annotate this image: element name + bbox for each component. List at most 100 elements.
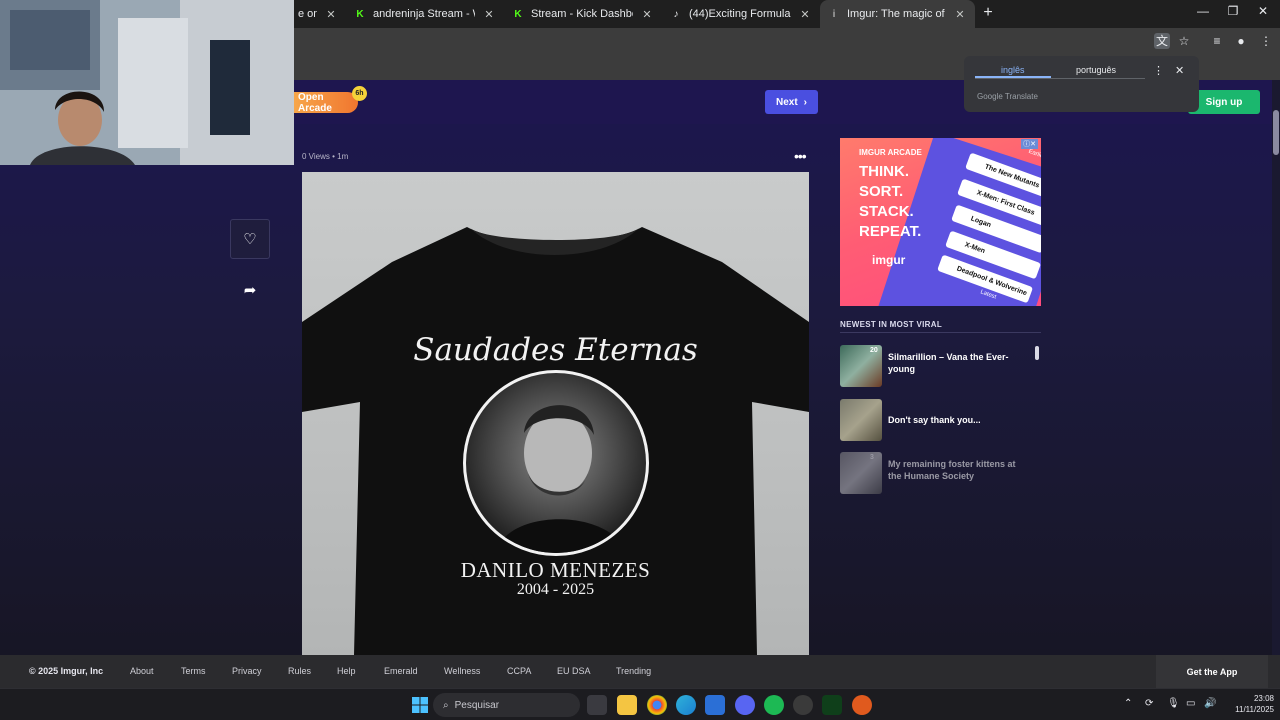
next-button[interactable]: Next › xyxy=(765,90,818,114)
discord-icon[interactable] xyxy=(735,695,755,715)
tray-chevron-icon[interactable]: ⌃ xyxy=(1124,698,1132,709)
more-options-icon[interactable]: ••• xyxy=(794,148,807,164)
ad-tagline: THINK. SORT. STACK. REPEAT. xyxy=(859,162,921,242)
footer-link-trending[interactable]: Trending xyxy=(616,666,651,676)
tab-title: andreninja Stream - Watch Live xyxy=(373,8,475,20)
heart-icon: ♡ xyxy=(243,231,257,248)
clock-date: 11/11/2025 xyxy=(1235,705,1274,714)
page-scrollbar[interactable] xyxy=(1272,80,1280,655)
tab-title: e on K xyxy=(298,8,317,20)
kick-app-icon[interactable] xyxy=(822,695,842,715)
ad-logo: imgur xyxy=(872,253,906,267)
task-view-icon[interactable] xyxy=(587,695,607,715)
minimize-icon[interactable]: — xyxy=(1194,4,1212,18)
obs-icon[interactable] xyxy=(793,695,813,715)
translate-icon[interactable]: 文 xyxy=(1154,33,1170,49)
ad-brand: IMGUR ARCADE xyxy=(859,148,922,157)
close-icon[interactable]: ✕ xyxy=(482,8,496,21)
close-icon[interactable]: ✕ xyxy=(640,8,654,21)
ad-tag-line: SORT. xyxy=(859,183,904,200)
window-close-icon[interactable]: ✕ xyxy=(1254,4,1272,18)
like-button[interactable]: ♡ xyxy=(230,219,270,259)
translate-tab-line xyxy=(975,78,1145,79)
restore-icon[interactable]: ❐ xyxy=(1224,4,1242,18)
tab-title: Imgur: The magic of the Interne xyxy=(847,8,946,20)
post-meta: 0 Views • 1m xyxy=(302,152,349,161)
translate-target-lang[interactable]: português xyxy=(1076,65,1116,75)
footer-link-help[interactable]: Help xyxy=(337,666,356,676)
translate-provider: Google Translate xyxy=(977,92,1038,101)
new-tab-icon[interactable]: + xyxy=(980,4,996,22)
viral-item[interactable]: 3 My remaining foster kittens at the Hum… xyxy=(840,452,1041,494)
system-clock[interactable]: 23:08 11/11/2025 xyxy=(1224,693,1274,715)
footer-link-eu-dsa[interactable]: EU DSA xyxy=(557,666,591,676)
reading-list-icon[interactable]: ≡ xyxy=(1209,33,1225,49)
shirt-name-text: DANILO MENEZES xyxy=(460,558,651,582)
tab-title: (44)Exciting Formula 1 Highligh xyxy=(689,8,791,20)
viral-item[interactable]: Don't say thank you... xyxy=(840,399,1041,441)
tab-0[interactable]: e on K ✕ xyxy=(290,0,346,28)
kick-icon: K xyxy=(356,8,364,20)
footer-link-emerald[interactable]: Emerald xyxy=(384,666,418,676)
outlook-icon[interactable] xyxy=(705,695,725,715)
spotify-icon[interactable] xyxy=(764,695,784,715)
sidebar-scroll-indicator[interactable] xyxy=(1035,346,1039,360)
post-image[interactable]: Saudades Eternas DANILO MENEZES 2004 - 2… xyxy=(302,172,809,655)
taskbar-search[interactable]: ⌕ Pesquisar xyxy=(433,693,580,717)
bookmark-star-icon[interactable]: ☆ xyxy=(1176,33,1192,49)
open-arcade-button[interactable]: Open Arcade xyxy=(294,92,358,114)
windows-start-icon[interactable] xyxy=(410,695,430,715)
share-icon[interactable]: ➦ xyxy=(240,281,260,301)
viral-thumbnail xyxy=(840,399,882,441)
next-label: Next xyxy=(775,96,798,108)
translate-menu-icon[interactable]: ⋮ xyxy=(1153,64,1164,77)
shirt-years-text: 2004 - 2025 xyxy=(516,581,595,598)
chrome-icon[interactable] xyxy=(647,695,667,715)
close-icon[interactable]: ✕ xyxy=(953,8,967,21)
adchoices-icon[interactable]: ⓘ✕ xyxy=(1021,139,1038,149)
footer-link-rules[interactable]: Rules xyxy=(288,666,311,676)
kick-icon: K xyxy=(514,8,522,20)
taskbar-search-placeholder: Pesquisar xyxy=(454,699,500,711)
microphone-icon[interactable]: 🎙 xyxy=(1167,698,1180,709)
tab-3[interactable]: ♪ (44)Exciting Formula 1 Highligh ✕ xyxy=(662,0,820,28)
close-icon[interactable]: ✕ xyxy=(324,8,338,21)
most-viral-heading: NEWEST IN MOST VIRAL xyxy=(840,320,942,329)
footer-link-terms[interactable]: Terms xyxy=(181,666,206,676)
translate-close-icon[interactable]: ✕ xyxy=(1175,64,1184,77)
close-icon[interactable]: ✕ xyxy=(798,8,812,21)
page-scrollbar-thumb[interactable] xyxy=(1273,110,1279,155)
ad-tag-line: STACK. xyxy=(859,203,914,220)
viral-title: Don't say thank you... xyxy=(888,415,981,425)
menu-icon[interactable]: ⋮ xyxy=(1258,33,1274,49)
footer-link-privacy[interactable]: Privacy xyxy=(232,666,262,676)
sync-icon[interactable]: ⟳ xyxy=(1145,698,1153,709)
profile-icon[interactable]: ● xyxy=(1233,33,1249,49)
tab-2[interactable]: K Stream - Kick Dashboard ✕ xyxy=(504,0,662,28)
display-icon[interactable]: ▭ xyxy=(1186,698,1195,709)
viral-item[interactable]: 20 Silmarillion – Vana the Ever-young xyxy=(840,345,1041,387)
ad-top-label: Earliest xyxy=(1027,148,1041,162)
page-footer: © 2025 Imgur, Inc About Terms Privacy Ru… xyxy=(0,655,1280,688)
clock-time: 23:08 xyxy=(1253,694,1274,703)
tab-4-active[interactable]: i Imgur: The magic of the Interne ✕ xyxy=(820,0,975,28)
translate-source-lang[interactable]: inglês xyxy=(1001,65,1025,75)
viral-count: 20 xyxy=(870,347,878,354)
tab-1[interactable]: K andreninja Stream - Watch Live ✕ xyxy=(346,0,504,28)
app-icon[interactable] xyxy=(852,695,872,715)
footer-link-about[interactable]: About xyxy=(130,666,154,676)
ad-tag-line: THINK. xyxy=(859,163,909,180)
edge-icon[interactable] xyxy=(676,695,696,715)
footer-link-wellness[interactable]: Wellness xyxy=(444,666,480,676)
viral-title: My remaining foster kittens at the Human… xyxy=(888,459,1016,481)
chevron-right-icon: › xyxy=(803,96,808,108)
footer-link-ccpa[interactable]: CCPA xyxy=(507,666,531,676)
arcade-ad[interactable]: The New Mutants X-Men: First Class Logan… xyxy=(840,138,1041,306)
viral-count: 3 xyxy=(870,454,874,461)
arcade-badge: 6h xyxy=(352,86,367,101)
volume-icon[interactable]: 🔊 xyxy=(1204,698,1216,709)
memorial-portrait xyxy=(463,370,649,556)
file-explorer-icon[interactable] xyxy=(617,695,637,715)
shirt-script-text: Saudades Eternas xyxy=(413,332,698,368)
get-app-button[interactable]: Get the App xyxy=(1156,655,1268,688)
